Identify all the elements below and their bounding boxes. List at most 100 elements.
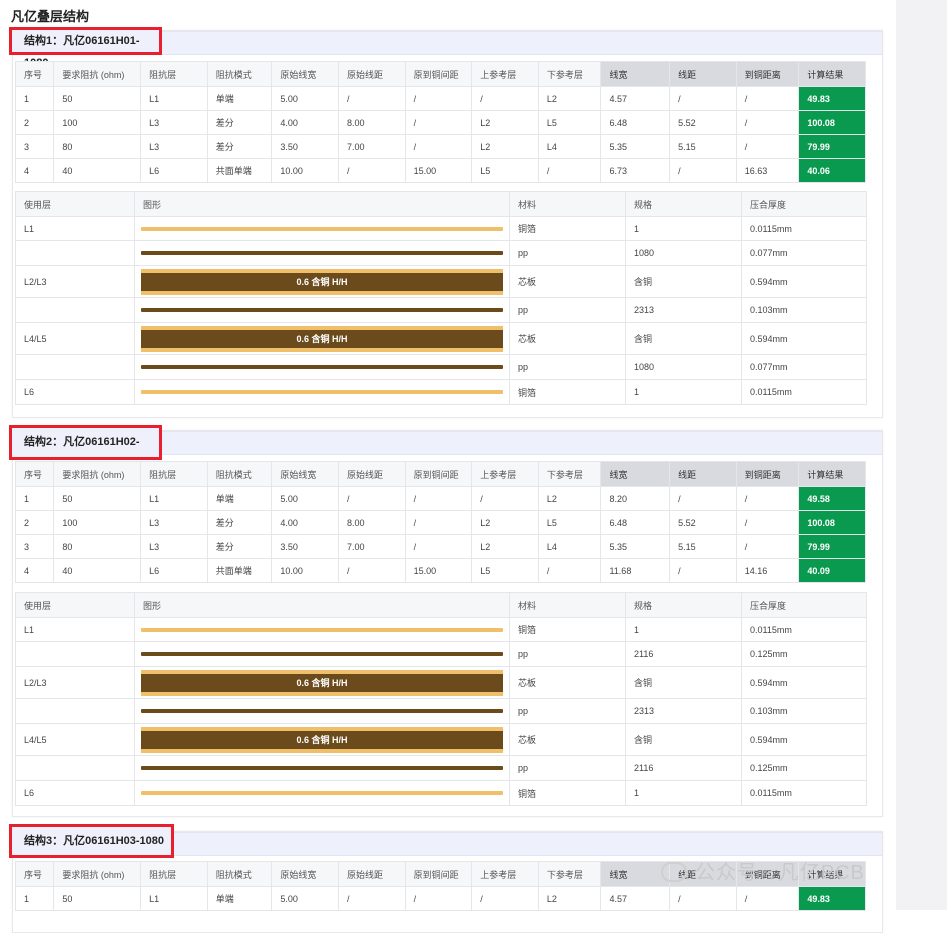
table-cell: 15.00 (404, 558, 473, 583)
table-row: 3 80 L3 差分 3.50 7.00/L2 L4 5.35 5.15/79.99 (14, 534, 866, 559)
graphic-cell (134, 297, 510, 323)
table-cell: 单端 (206, 86, 273, 111)
table-cell: / (471, 886, 539, 911)
core-label: 0.6 含铜 H/H (296, 276, 348, 287)
material-cell: pp (509, 755, 626, 781)
table-cell: 3.50 (271, 534, 340, 559)
stack-row: pp 2313 0.103mm (15, 297, 867, 323)
table-cell: 单端 (206, 486, 273, 511)
table-cell: 5.35 (600, 134, 671, 159)
table-cell: / (669, 886, 737, 911)
table-cell: 5.00 (271, 886, 340, 911)
thickness-cell: 0.103mm (741, 297, 867, 323)
column-header: 下参考层 (537, 461, 602, 487)
material-cell: pp (509, 297, 626, 323)
graphic-cell (134, 379, 510, 405)
result-cell: 79.99 (798, 534, 866, 559)
stackup-header-row: 使用层 图形 材料 规格 压合厚度 (15, 592, 867, 618)
stack-row: pp 1080 0.077mm (15, 240, 867, 266)
thickness-cell: 0.0115mm (741, 617, 867, 642)
table-cell: L2 (471, 110, 539, 135)
table-cell: / (735, 510, 800, 535)
table-cell: 5.35 (600, 534, 671, 559)
column-header: 阻抗模式 (206, 861, 273, 887)
column-header: 要求阻抗 (ohm) (53, 461, 142, 487)
table-cell: 8.00 (338, 510, 406, 535)
column-header: 要求阻抗 (ohm) (53, 61, 142, 87)
stack-row: L2/L3 0.6 含铜 H/H 芯板 含铜 0.594mm (15, 666, 867, 699)
table-cell: / (471, 86, 539, 111)
column-header: 上参考层 (471, 61, 539, 87)
column-header: 到铜距离 (735, 461, 800, 487)
prepreg-graphic (141, 709, 503, 713)
stack-row: pp 1080 0.077mm (15, 354, 867, 380)
material-cell: pp (509, 698, 626, 724)
table-cell: 50 (53, 486, 142, 511)
structure-2-title[interactable]: 结构2：凡亿06161H02-2116 (9, 425, 162, 477)
column-header: 线距 (669, 461, 737, 487)
table-cell: 4.00 (271, 110, 340, 135)
result-cell: 40.06 (798, 158, 866, 183)
table-cell: 5.00 (271, 86, 340, 111)
column-header: 序号 (14, 61, 55, 87)
thickness-cell: 0.103mm (741, 698, 867, 724)
spec-cell: 含铜 (625, 723, 742, 756)
core-board-graphic: 0.6 含铜 H/H (141, 268, 503, 295)
column-header: 线宽 (600, 461, 671, 487)
column-header: 材料 (509, 592, 626, 618)
structure-1-title[interactable]: 结构1：凡亿06161H01-1080 (9, 27, 162, 69)
result-cell: 49.58 (798, 486, 866, 511)
core-board-graphic: 0.6 含铜 H/H (141, 325, 503, 352)
table-cell: 10.00 (271, 558, 340, 583)
table-cell: 单端 (206, 886, 273, 911)
impedance-table-1: 序号 要求阻抗 (ohm) 阻抗层 阻抗模式 原始线宽 原始线距 原到铜间距 上参考层 下参考层… (14, 61, 866, 183)
table-row: 1 50 L1 单端 5.00// / L2 4.57//49.83 (14, 886, 866, 911)
spec-cell: 2313 (625, 698, 742, 724)
column-header: 计算结果 (798, 61, 866, 87)
column-header: 下参考层 (537, 861, 602, 887)
stack-row: L2/L3 0.6 含铜 H/H 芯板 含铜 0.594mm (15, 265, 867, 298)
column-header: 原始线宽 (271, 61, 340, 87)
table-row: 4 40 L6 共面单端 10.00/15.00 L5/11.68/14.16 40.09 (14, 558, 866, 583)
spec-cell: 2313 (625, 297, 742, 323)
table-cell: 5.52 (669, 110, 737, 135)
spec-cell: 1 (625, 617, 742, 642)
stack-row: L1 铜箔 1 0.0115mm (15, 617, 867, 642)
table-cell: 80 (53, 134, 142, 159)
table-cell: L4 (537, 134, 602, 159)
watermark-text: 公众号 · 凡亿PCB (695, 862, 865, 884)
table-cell: 6.48 (600, 110, 671, 135)
material-cell: 铜箔 (509, 216, 626, 241)
table-cell: 6.73 (600, 158, 671, 183)
table-cell: 4.57 (600, 86, 671, 111)
graphic-cell (134, 617, 510, 642)
thickness-cell: 0.0115mm (741, 379, 867, 405)
graphic-cell (134, 641, 510, 667)
table-cell: / (471, 486, 539, 511)
table-row: 3 80 L3 差分 3.50 7.00/L2 L4 5.35 5.15/79.99 (14, 134, 866, 159)
column-header: 原始线距 (338, 861, 406, 887)
table-cell: / (338, 558, 406, 583)
structure-3-title[interactable]: 结构3：凡亿06161H03-1080 (9, 824, 174, 858)
table-cell: 7.00 (338, 534, 406, 559)
table-cell: / (338, 486, 406, 511)
column-header: 阻抗层 (140, 461, 208, 487)
spec-cell: 1 (625, 216, 742, 241)
material-cell: 铜箔 (509, 780, 626, 806)
spec-cell: 含铜 (625, 666, 742, 699)
graphic-cell (134, 698, 510, 724)
layer-cell (15, 297, 135, 323)
layer-cell: L6 (15, 379, 135, 405)
table-cell: 16.63 (735, 158, 800, 183)
graphic-cell (134, 216, 510, 241)
thickness-cell: 0.077mm (741, 354, 867, 380)
layer-cell: L6 (15, 780, 135, 806)
core-board-graphic: 0.6 含铜 H/H (141, 669, 503, 696)
impedance-table-2: 序号 要求阻抗 (ohm) 阻抗层 阻抗模式 原始线宽 原始线距 原到铜间距 上参考层 下参考层… (14, 461, 866, 583)
column-header: 阻抗层 (140, 61, 208, 87)
layer-cell: L1 (15, 617, 135, 642)
table-cell: 差分 (206, 134, 273, 159)
impedance-header-row: 序号 要求阻抗 (ohm) 阻抗层 阻抗模式 原始线宽 原始线距 原到铜间距 上参考层 下参考层… (14, 461, 866, 487)
layer-cell (15, 755, 135, 781)
table-cell: 8.00 (338, 110, 406, 135)
